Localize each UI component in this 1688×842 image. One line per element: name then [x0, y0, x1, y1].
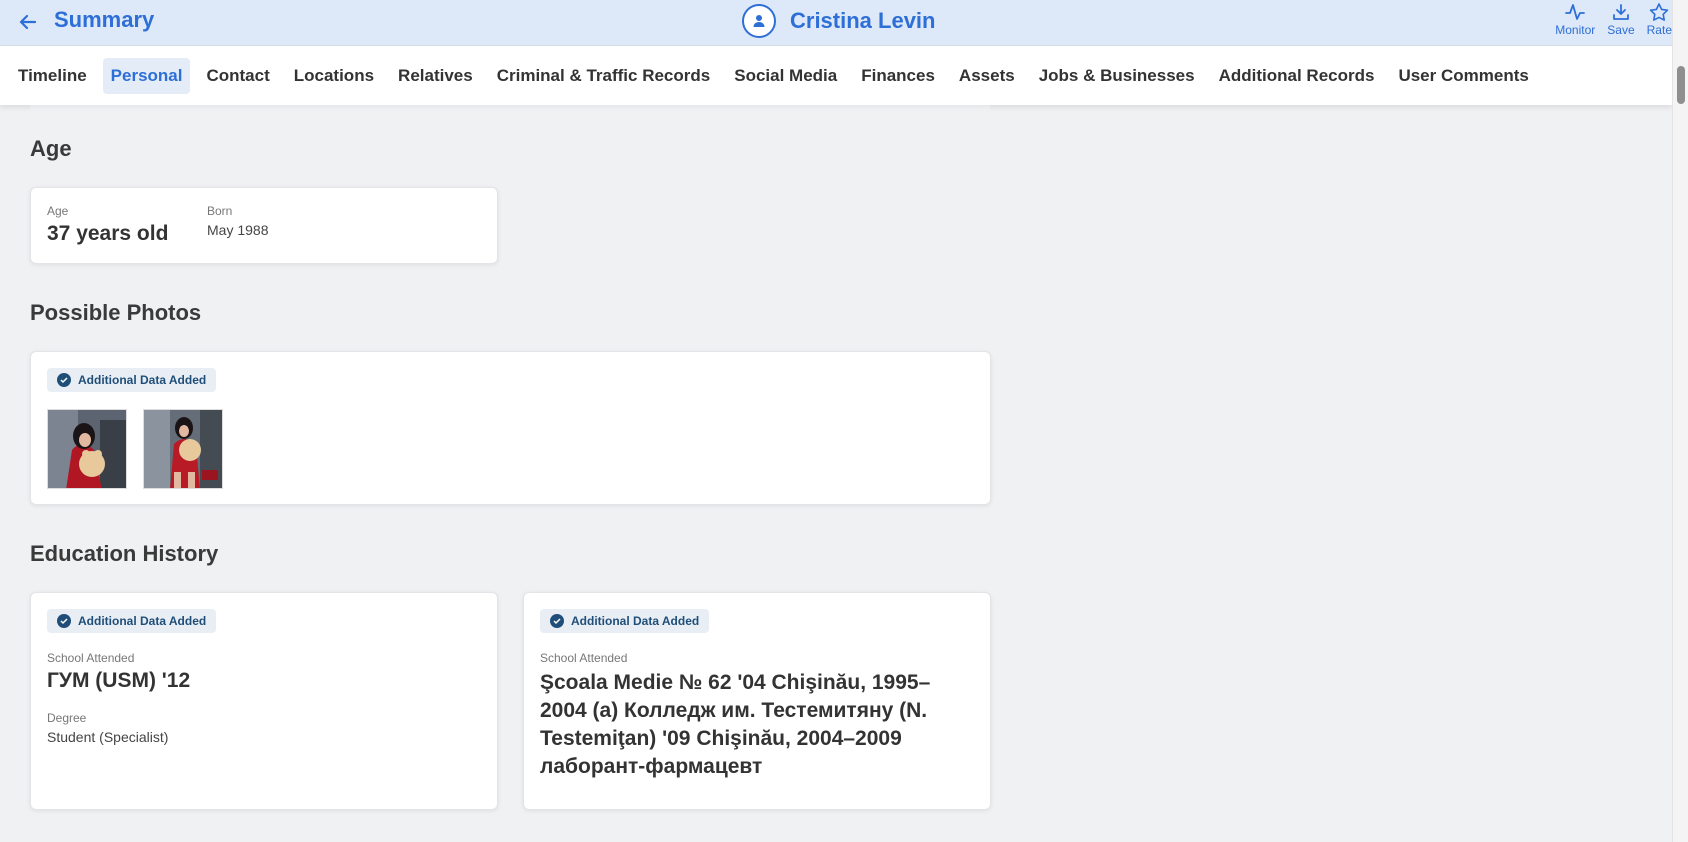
additional-data-badge: Additional Data Added	[47, 609, 217, 633]
photos-section-title: Possible Photos	[30, 300, 202, 325]
check-circle-icon	[57, 373, 71, 387]
degree-label: Degree	[47, 711, 87, 725]
age-section-title: Age	[30, 136, 72, 161]
activity-icon	[1565, 4, 1586, 20]
tab-contact[interactable]: Contact	[198, 58, 277, 94]
download-icon	[1613, 4, 1629, 20]
tab-assets[interactable]: Assets	[951, 58, 1023, 94]
header-actions: Monitor Save Rate	[1543, 3, 1672, 37]
scroll-shadow	[30, 105, 990, 111]
age-label: Age	[47, 204, 69, 218]
tab-user-comments[interactable]: User Comments	[1390, 58, 1536, 94]
rate-button[interactable]: Rate	[1647, 3, 1672, 37]
monitor-label: Monitor	[1555, 23, 1596, 37]
degree-value: Student (Specialist)	[47, 729, 169, 745]
check-circle-icon	[57, 614, 71, 628]
additional-data-badge: Additional Data Added	[540, 609, 710, 633]
rate-label: Rate	[1646, 23, 1672, 37]
monitor-button[interactable]: Monitor	[1555, 3, 1595, 37]
tab-finances[interactable]: Finances	[853, 58, 943, 94]
school-label: School Attended	[540, 651, 628, 665]
additional-data-badge: Additional Data Added	[47, 368, 217, 392]
arrow-left-icon	[19, 14, 37, 30]
tab-timeline[interactable]: Timeline	[10, 58, 95, 94]
age-card: Age 37 years old Born May 1988	[30, 187, 498, 264]
star-icon	[1650, 3, 1669, 21]
school-value: ГУМ (USM) '12	[47, 669, 191, 692]
section-tabs: Timeline Personal Contact Locations Rela…	[0, 46, 1672, 105]
badge-label: Additional Data Added	[78, 614, 207, 628]
age-value: 37 years old	[47, 222, 169, 245]
scrollbar-thumb[interactable]	[1677, 66, 1685, 104]
education-card: Additional Data Added School Attended Şc…	[523, 592, 991, 810]
possible-photo-thumbnail[interactable]	[47, 409, 127, 489]
tab-social-media[interactable]: Social Media	[726, 58, 845, 94]
possible-photo-thumbnail[interactable]	[143, 409, 223, 489]
education-details: School Attended ГУМ (USM) '12 Degree Stu…	[47, 651, 481, 745]
save-label: Save	[1607, 23, 1635, 37]
badge-label: Additional Data Added	[78, 373, 207, 387]
photos-card: Additional Data Added	[30, 351, 991, 505]
tab-additional-records[interactable]: Additional Records	[1211, 58, 1383, 94]
education-card: Additional Data Added School Attended ГУ…	[30, 592, 498, 810]
profile-name: Cristina Levin	[790, 8, 936, 33]
tab-criminal-traffic-records[interactable]: Criminal & Traffic Records	[489, 58, 719, 94]
born-block: Born May 1988	[207, 204, 268, 238]
tab-personal[interactable]: Personal	[102, 57, 191, 94]
profile-header: Cristina Levin	[742, 4, 935, 38]
badge-label: Additional Data Added	[571, 614, 700, 628]
save-button[interactable]: Save	[1607, 3, 1635, 37]
tab-relatives[interactable]: Relatives	[390, 58, 481, 94]
born-value: May 1988	[207, 222, 269, 238]
age-block: Age 37 years old	[47, 204, 168, 246]
user-avatar-icon	[742, 4, 776, 38]
tab-locations[interactable]: Locations	[286, 58, 382, 94]
back-button[interactable]	[14, 8, 42, 36]
page-title: Summary	[54, 7, 155, 32]
education-details: School Attended Şcoala Medie № 62 '04 Ch…	[540, 651, 974, 781]
born-label: Born	[207, 204, 233, 218]
tab-jobs-businesses[interactable]: Jobs & Businesses	[1031, 58, 1203, 94]
page-scrollbar[interactable]	[1672, 0, 1688, 842]
school-label: School Attended	[47, 651, 135, 665]
check-circle-icon	[550, 614, 564, 628]
education-section-title: Education History	[30, 541, 219, 566]
top-header: Summary Cristina Levin Monitor Save Rate	[0, 0, 1672, 46]
school-value: Şcoala Medie № 62 '04 Chişinău, 1995–200…	[540, 671, 931, 778]
